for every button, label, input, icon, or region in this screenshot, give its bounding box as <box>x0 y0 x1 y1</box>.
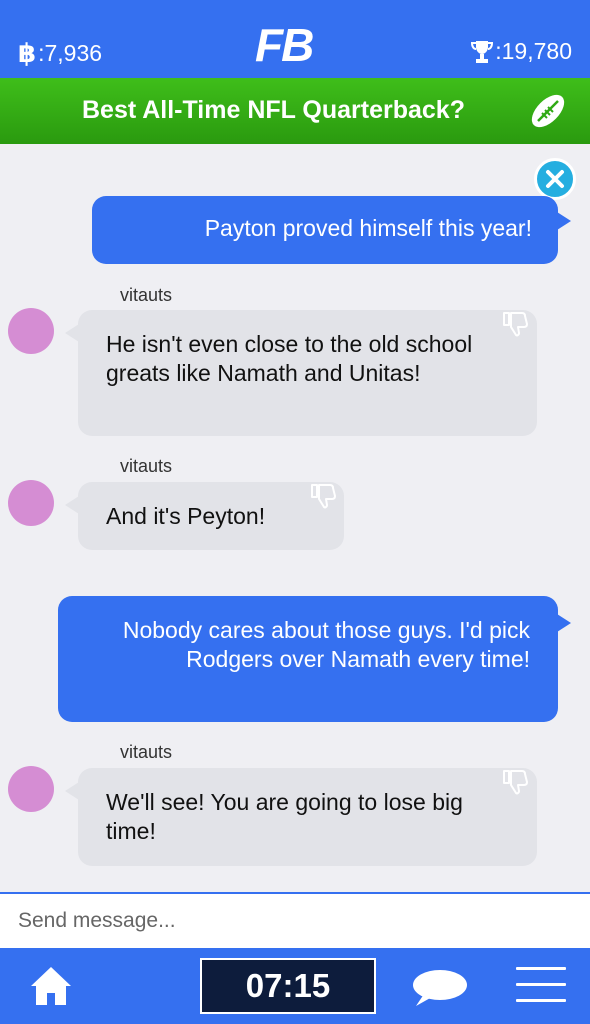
coin-balance: ฿ :7,936 <box>18 38 102 69</box>
chat-icon[interactable] <box>410 968 468 1008</box>
trophy-count: :19,780 <box>495 38 572 64</box>
trophy-balance: :19,780 <box>471 38 572 65</box>
message-text: He isn't even close to the old school gr… <box>106 331 473 386</box>
home-icon[interactable] <box>28 964 74 1008</box>
bubble-tail <box>65 496 79 514</box>
message-text: We'll see! You are going to lose big tim… <box>106 789 463 844</box>
bubble-tail <box>65 782 79 800</box>
topic-title: Best All-Time NFL Quarterback? <box>82 96 465 124</box>
football-icon[interactable] <box>528 92 568 130</box>
thumbs-down-icon[interactable] <box>500 310 530 338</box>
topic-bar: Best All-Time NFL Quarterback? <box>0 78 590 144</box>
menu-icon[interactable] <box>516 967 566 1015</box>
avatar[interactable] <box>8 480 54 526</box>
message-username: vitauts <box>120 285 173 305</box>
close-button[interactable] <box>534 158 576 200</box>
message-text: Payton proved himself this year! <box>204 215 532 241</box>
bottom-nav: 07:15 <box>0 948 590 1024</box>
incoming-message[interactable]: We'll see! You are going to lose big tim… <box>78 768 537 866</box>
chat-area[interactable]: Payton proved himself this year! vitauts… <box>0 144 590 892</box>
outgoing-message[interactable]: Nobody cares about those guys. I'd pick … <box>58 596 558 722</box>
avatar[interactable] <box>8 766 54 812</box>
message-text: Nobody cares about those guys. I'd pick … <box>122 617 530 672</box>
countdown-timer: 07:15 <box>200 958 376 1014</box>
bubble-tail <box>557 212 571 230</box>
bubble-tail <box>557 614 571 632</box>
bubble-tail <box>65 324 79 342</box>
bitcoin-icon: ฿ <box>18 38 37 68</box>
message-composer <box>0 894 590 948</box>
message-input[interactable] <box>0 894 590 948</box>
thumbs-down-icon[interactable] <box>308 482 338 510</box>
trophy-icon <box>471 40 494 63</box>
close-icon <box>546 170 564 188</box>
incoming-message[interactable]: And it's Peyton! <box>78 482 344 550</box>
incoming-message[interactable]: He isn't even close to the old school gr… <box>78 310 537 436</box>
app-logo: FB <box>255 19 314 71</box>
coin-count: :7,936 <box>38 40 103 66</box>
top-bar: ฿ :7,936 FB :19,780 <box>0 0 590 78</box>
message-username: vitauts <box>120 456 173 476</box>
avatar[interactable] <box>8 308 54 354</box>
message-text: And it's Peyton! <box>106 503 266 529</box>
message-username: vitauts <box>120 742 173 762</box>
outgoing-message[interactable]: Payton proved himself this year! <box>92 196 558 264</box>
thumbs-down-icon[interactable] <box>500 768 530 796</box>
